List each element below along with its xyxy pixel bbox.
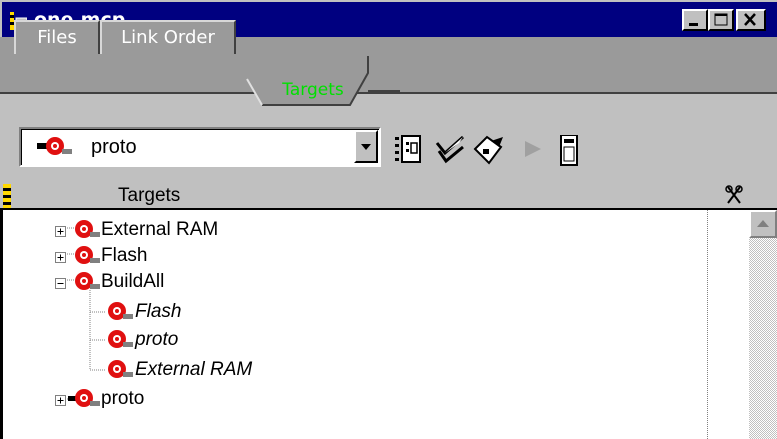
- expand-icon[interactable]: [55, 252, 66, 263]
- targets-column-header: Targets: [118, 185, 181, 206]
- close-button[interactable]: [736, 9, 766, 31]
- target-select[interactable]: proto: [19, 127, 381, 167]
- target-icon: [108, 302, 133, 320]
- targets-list-header[interactable]: Targets: [0, 183, 777, 210]
- maximize-icon: [714, 13, 728, 26]
- expand-icon[interactable]: [55, 395, 66, 406]
- tree-item-label: BuildAll: [101, 271, 165, 292]
- tab-targets[interactable]: Targets: [262, 80, 364, 100]
- run-icon[interactable]: [521, 135, 545, 165]
- tree-item-label: Flash: [135, 301, 182, 322]
- tree-item-buildall[interactable]: BuildAll: [0, 271, 700, 295]
- tree-item-external-ram[interactable]: External RAM: [0, 219, 700, 243]
- tree-item-label: proto: [101, 388, 145, 409]
- scroll-up-button[interactable]: [749, 210, 777, 238]
- dropdown-button[interactable]: [354, 130, 378, 163]
- target-settings-icon[interactable]: [395, 135, 423, 165]
- tree-subitem-proto[interactable]: proto: [0, 329, 700, 353]
- target-icon: [75, 246, 100, 264]
- tree-item-label: External RAM: [101, 219, 219, 240]
- grip-icon: [3, 184, 11, 208]
- expand-icon[interactable]: [55, 226, 66, 237]
- target-icon: [37, 137, 72, 155]
- close-icon: [744, 13, 756, 26]
- project-window: one.mcp Files Link Order Targets: [0, 0, 777, 439]
- minimize-button[interactable]: [682, 9, 708, 31]
- tree-subitem-external-ram[interactable]: External RAM: [0, 359, 700, 383]
- tree-subitem-flash[interactable]: Flash: [0, 301, 700, 325]
- target-icon: [75, 272, 100, 290]
- tree-item-label: proto: [135, 329, 179, 350]
- column-divider: [707, 210, 708, 439]
- tree-item-label: Flash: [101, 245, 148, 266]
- collapse-icon[interactable]: [55, 278, 66, 289]
- tree-item-proto[interactable]: proto: [0, 388, 700, 412]
- vertical-scrollbar[interactable]: [749, 210, 777, 439]
- target-icon: [108, 360, 133, 378]
- make-icon[interactable]: [473, 135, 507, 165]
- maximize-button[interactable]: [708, 9, 734, 31]
- project-inspector-icon[interactable]: [559, 135, 579, 167]
- arrow-up-icon: [757, 220, 769, 227]
- tree-item-label: External RAM: [135, 359, 253, 380]
- chevron-down-icon: [361, 144, 371, 150]
- target-select-value: proto: [91, 136, 137, 158]
- target-icon: [108, 330, 133, 348]
- check-syntax-icon[interactable]: [435, 135, 467, 165]
- minimize-icon: [689, 23, 698, 26]
- tree-item-flash[interactable]: Flash: [0, 245, 700, 269]
- current-target-icon: [68, 389, 100, 407]
- target-icon: [75, 220, 100, 238]
- link-column-icon[interactable]: [725, 185, 745, 207]
